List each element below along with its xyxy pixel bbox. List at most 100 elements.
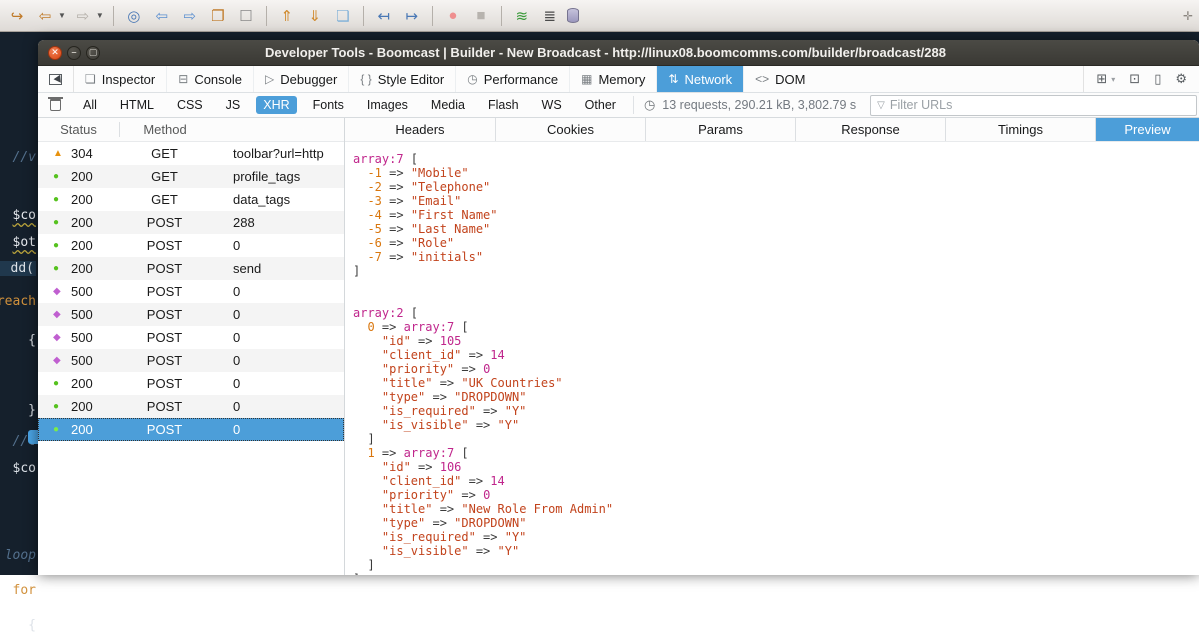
jump-last-edit-icon[interactable]: ↪ [6,5,28,27]
filter-pill-images[interactable]: Images [360,96,415,114]
shift-right-icon[interactable]: ↦ [401,5,423,27]
settings-gear-icon[interactable]: ⚙ [1175,71,1187,87]
rect-select-icon[interactable]: ☐ [235,5,257,27]
dump-token: "is_required" [382,404,476,418]
dump-token: => [411,334,440,348]
table-row[interactable]: ●200GETprofile_tags [38,165,344,188]
prev-occurrence-icon[interactable]: ⇦ [151,5,173,27]
request-method-cell: GET [119,169,210,184]
toolbar-separator [113,6,114,26]
filter-urls-input[interactable] [890,98,1190,112]
search-icon[interactable]: ◎ [123,5,145,27]
table-row[interactable]: ▲304GETtoolbar?url=http [38,142,344,165]
table-row[interactable]: ●200GETdata_tags [38,188,344,211]
filter-pill-ws[interactable]: WS [535,96,569,114]
pick-element-button[interactable] [38,66,74,92]
dump-line [353,292,1199,306]
filter-pill-flash[interactable]: Flash [481,96,526,114]
dropdown-caret-icon[interactable]: ▼ [96,11,104,20]
tab-network[interactable]: ⇅Network [656,66,743,92]
tab-console[interactable]: ⊟Console [166,66,253,92]
request-status-cell: ●200 [38,192,119,207]
dump-token: -4 [367,208,381,222]
table-row[interactable]: ◆500POST0 [38,349,344,372]
devtools-titlebar[interactable]: ✕ – ▢ Developer Tools - Boomcast | Build… [38,40,1199,66]
request-status-cell: ●200 [38,238,119,253]
column-header-status[interactable]: Status [38,122,119,137]
table-row[interactable]: ●200POST0 [38,395,344,418]
filter-pill-xhr[interactable]: XHR [256,96,296,114]
detail-tab-timings[interactable]: Timings [945,118,1095,141]
tab-debugger[interactable]: ▷Debugger [253,66,348,92]
duplicate-icon[interactable]: ❏ [332,5,354,27]
table-row[interactable]: ◆500POST0 [38,303,344,326]
table-row[interactable]: ●200POSTsend [38,257,344,280]
filter-pill-js[interactable]: JS [219,96,248,114]
tab-style-editor[interactable]: { }Style Editor [348,66,455,92]
status-code: 200 [71,215,93,230]
dump-token: -7 [367,250,381,264]
sort-lines-icon[interactable]: ≣ [539,5,561,27]
tab-memory[interactable]: ▦Memory [569,66,656,92]
record-macro-icon[interactable]: ● [442,5,464,27]
dump-token [353,208,367,222]
dropdown-caret-icon[interactable]: ▼ [58,11,66,20]
filter-pill-css[interactable]: CSS [170,96,210,114]
maximize-window-button[interactable]: ▢ [86,46,100,60]
dump-token: ] [353,264,360,278]
forward-icon[interactable]: ⇨ [72,5,94,27]
preview-pane[interactable]: array:7 [ -1 => "Mobile" -2 => "Telephon… [345,142,1199,575]
diff-icon[interactable]: ≋ [511,5,533,27]
window-controls: ✕ – ▢ [48,46,100,60]
move-down-icon[interactable]: ⇓ [304,5,326,27]
filter-pill-all[interactable]: All [76,96,104,114]
dump-line: "client_id" => 14 [353,348,1199,362]
table-row[interactable]: ◆500POST0 [38,326,344,349]
request-method-cell: POST [119,284,210,299]
shift-left-icon[interactable]: ↤ [373,5,395,27]
toolbar-grip-icon[interactable]: ✛ [1183,9,1193,23]
close-window-button[interactable]: ✕ [48,46,62,60]
detail-tab-response[interactable]: Response [795,118,945,141]
dump-token [353,180,367,194]
request-file-cell: 0 [210,399,344,414]
split-console-icon[interactable]: ⊡ [1129,71,1140,87]
dump-token: "DROPDOWN" [454,516,526,530]
tab-inspector[interactable]: ❏Inspector [74,66,166,92]
minimize-window-button[interactable]: – [67,46,81,60]
request-status-cell: ◆500 [38,330,119,345]
filter-pill-media[interactable]: Media [424,96,472,114]
clear-requests-button[interactable] [38,99,72,111]
back-icon[interactable]: ⇦ [34,5,56,27]
performance-analysis-icon[interactable]: ◷ [644,97,655,113]
filter-pill-html[interactable]: HTML [113,96,161,114]
dump-token [353,390,382,404]
detail-tab-cookies[interactable]: Cookies [495,118,645,141]
editor-code-line: { [28,618,36,633]
tab-performance[interactable]: ◷Performance [455,66,569,92]
table-row[interactable]: ◆500POST0 [38,280,344,303]
tab-dom[interactable]: <>DOM [743,66,816,92]
table-row[interactable]: ●200POST0 [38,372,344,395]
dock-side-icon[interactable]: ⊞ [1096,71,1107,87]
copy-lines-icon[interactable]: ❐ [207,5,229,27]
move-up-icon[interactable]: ⇑ [276,5,298,27]
database-icon[interactable] [567,8,579,23]
column-header-method[interactable]: Method [119,122,210,137]
editor-code-line: reach [0,294,36,309]
stop-macro-icon[interactable]: ■ [470,5,492,27]
table-row[interactable]: ●200POST0 [38,418,344,441]
detail-tab-preview[interactable]: Preview [1095,118,1199,141]
dump-token: array:2 [353,306,404,320]
next-occurrence-icon[interactable]: ⇨ [179,5,201,27]
dump-token [353,446,367,460]
request-file-cell: 288 [210,215,344,230]
table-row[interactable]: ●200POST288 [38,211,344,234]
filter-pill-fonts[interactable]: Fonts [306,96,351,114]
table-row[interactable]: ●200POST0 [38,234,344,257]
filter-pill-other[interactable]: Other [578,96,623,114]
dropdown-caret-icon[interactable]: ▾ [1111,75,1115,84]
detail-tab-params[interactable]: Params [645,118,795,141]
responsive-mode-icon[interactable]: ▯ [1154,71,1161,87]
detail-tab-headers[interactable]: Headers [345,118,495,141]
